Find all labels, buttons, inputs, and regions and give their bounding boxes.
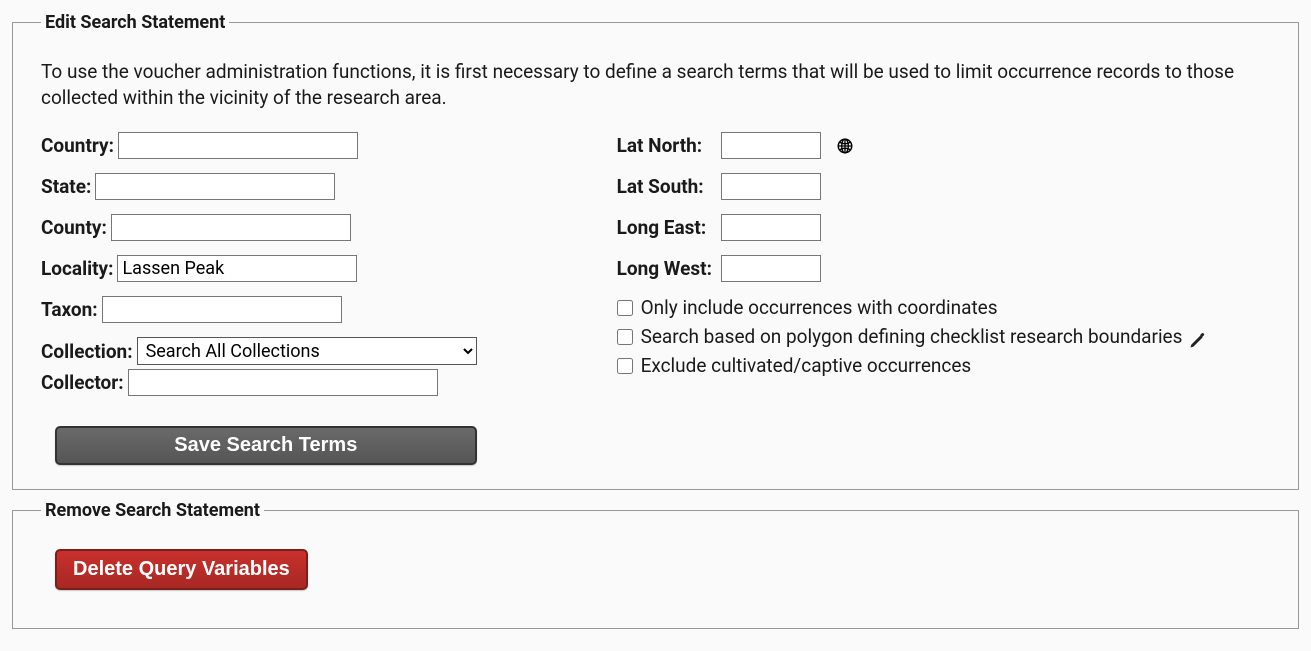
lat-north-input[interactable] <box>721 132 821 159</box>
save-search-terms-button[interactable]: Save Search Terms <box>55 426 477 465</box>
country-input[interactable] <box>118 132 358 159</box>
long-east-input[interactable] <box>721 214 821 241</box>
delete-query-variables-button[interactable]: Delete Query Variables <box>55 549 308 590</box>
globe-icon[interactable] <box>835 136 855 156</box>
country-label: Country: <box>41 134 114 157</box>
state-input[interactable] <box>95 173 335 200</box>
only-coords-checkbox[interactable] <box>617 300 633 316</box>
intro-text: To use the voucher administration functi… <box>41 59 1270 110</box>
collection-select[interactable]: Search All Collections <box>137 337 477 365</box>
county-label: County: <box>41 216 107 239</box>
locality-input[interactable] <box>117 255 357 282</box>
edit-search-legend: Edit Search Statement <box>41 12 229 33</box>
exclude-cultivated-checkbox[interactable] <box>617 358 633 374</box>
exclude-cultivated-label: Exclude cultivated/captive occurrences <box>641 354 972 377</box>
only-coords-label: Only include occurrences with coordinate… <box>641 296 998 319</box>
lat-south-label: Lat South: <box>617 175 717 198</box>
edit-search-fieldset: Edit Search Statement To use the voucher… <box>12 12 1299 490</box>
polygon-label: Search based on polygon defining checkli… <box>641 325 1183 348</box>
locality-label: Locality: <box>41 257 113 280</box>
polygon-checkbox[interactable] <box>617 329 633 345</box>
long-west-label: Long West: <box>617 257 717 280</box>
taxon-input[interactable] <box>102 296 342 323</box>
lat-south-input[interactable] <box>721 173 821 200</box>
state-label: State: <box>41 175 91 198</box>
remove-search-fieldset: Remove Search Statement Delete Query Var… <box>12 500 1299 629</box>
collector-input[interactable] <box>128 369 438 396</box>
county-input[interactable] <box>111 214 351 241</box>
pencil-icon[interactable] <box>1188 330 1208 350</box>
taxon-label: Taxon: <box>41 298 98 321</box>
lat-north-label: Lat North: <box>617 134 717 157</box>
collector-label: Collector: <box>41 371 124 394</box>
collection-label: Collection: <box>41 340 133 363</box>
remove-search-legend: Remove Search Statement <box>41 500 264 521</box>
long-west-input[interactable] <box>721 255 821 282</box>
long-east-label: Long East: <box>617 216 717 239</box>
